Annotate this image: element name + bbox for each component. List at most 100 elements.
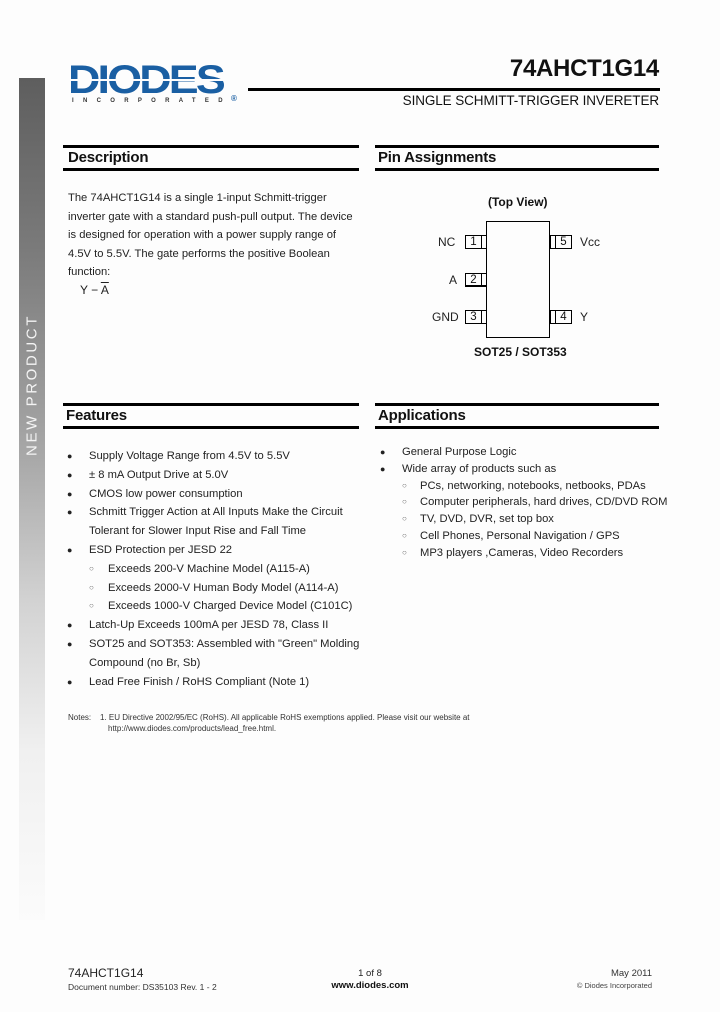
registered-mark-icon: ®	[231, 94, 237, 103]
footer-website-link[interactable]: www.diodes.com	[300, 980, 440, 991]
pin-5-name: Vcc	[580, 235, 601, 249]
note-1-line-1: 1. EU Directive 2002/95/EC (RoHS). All a…	[100, 713, 470, 722]
footer-copyright: © Diodes Incorporated	[576, 981, 652, 990]
description-top-rule	[63, 145, 359, 148]
application-item: ○ PCs, networking, notebooks, netbooks, P…	[402, 478, 672, 495]
hollow-bullet-icon: ○	[402, 480, 407, 490]
function-rhs-a-bar: A	[100, 283, 109, 297]
hollow-bullet-icon: ○	[402, 514, 407, 524]
hollow-bullet-icon: ○	[402, 547, 407, 557]
feature-item-text: Exceeds 200-V Machine Model (A115-A)	[108, 562, 310, 575]
pin-2-name: A	[449, 273, 458, 287]
application-item: ● Wide array of products such as	[380, 461, 672, 478]
description-heading: Description	[68, 149, 149, 166]
feature-item: ○ Exceeds 200-V Machine Model (A115-A)	[89, 560, 369, 579]
feature-item-text: Exceeds 1000-V Charged Device Model (C10…	[108, 600, 353, 613]
pin-3-number: 3	[466, 311, 482, 323]
bullet-icon: ●	[67, 488, 73, 499]
hollow-bullet-icon: ○	[402, 530, 407, 540]
feature-item: ○ Exceeds 2000-V Human Body Model (A114-A…	[89, 579, 369, 598]
ic-package-body	[486, 221, 550, 338]
application-item-text: MP3 players ,Cameras, Video Recorders	[420, 546, 624, 559]
pin-assignments-heading: Pin Assignments	[378, 149, 497, 166]
features-top-rule	[63, 403, 359, 406]
feature-item-text: ESD Protection per JESD 22	[89, 543, 233, 556]
feature-item-text: Latch-Up Exceeds 100mA per JESD 78, Clas…	[89, 619, 329, 632]
feature-item-text: CMOS low power consumption	[89, 487, 243, 500]
feature-item: ● Schmitt Trigger Action at All Inputs Ma…	[67, 503, 369, 541]
feature-item-text: SOT25 and SOT353: Assembled with "Green"…	[89, 637, 360, 669]
feature-item: ● CMOS low power consumption	[67, 485, 369, 504]
bullet-icon: ●	[67, 544, 73, 555]
pin-5: 5	[550, 235, 572, 249]
bullet-icon: ●	[380, 447, 386, 457]
application-item: ○ MP3 players ,Cameras, Video Recorders	[402, 545, 672, 562]
description-bottom-rule	[63, 168, 359, 171]
features-heading: Features	[66, 407, 127, 424]
new-product-sidebar: NEW PRODUCT	[19, 78, 45, 920]
application-item: ● General Purpose Logic	[380, 444, 672, 461]
header-rule	[248, 88, 660, 91]
application-item-text: Wide array of products such as	[402, 462, 557, 475]
sidebar-label: NEW PRODUCT	[23, 314, 41, 456]
logo-stripe	[70, 79, 228, 81]
feature-item-text: Lead Free Finish / RoHS Compliant (Note …	[89, 675, 310, 688]
application-item: ○ Cell Phones, Personal Navigation / GPS	[402, 528, 672, 545]
features-list: ● Supply Voltage Range from 4.5V to 5.5V ●…	[67, 447, 369, 691]
bullet-icon: ●	[67, 620, 73, 631]
footer-date: May 2011	[610, 968, 652, 979]
boolean-function: Y − A	[80, 283, 109, 297]
feature-item: ● Latch-Up Exceeds 100mA per JESD 78, Cla…	[67, 616, 369, 635]
bullet-icon: ●	[67, 676, 73, 687]
application-item: ○ TV, DVD, DVR, set top box	[402, 511, 672, 528]
feature-item: ● Supply Voltage Range from 4.5V to 5.5V	[67, 447, 369, 466]
pin-1-name: NC	[438, 235, 456, 249]
feature-item-text: Schmitt Trigger Action at All Inputs Mak…	[89, 506, 343, 538]
hollow-bullet-icon: ○	[402, 497, 407, 507]
applications-top-rule	[375, 403, 659, 406]
application-item-text: TV, DVD, DVR, set top box	[420, 513, 554, 526]
hollow-bullet-icon: ○	[89, 563, 94, 573]
diodes-logo: DIODES INCORPORATED ®	[68, 60, 243, 110]
logo-tagline: INCORPORATED	[72, 98, 232, 104]
notes-label: Notes:	[68, 713, 92, 722]
pin-3-name: GND	[432, 310, 459, 324]
bullet-icon: ●	[67, 507, 73, 518]
hollow-bullet-icon: ○	[89, 601, 94, 611]
feature-item-text: ± 8 mA Output Drive at 5.0V	[89, 468, 229, 481]
pin-2-number: 2	[466, 274, 482, 286]
hollow-bullet-icon: ○	[89, 582, 94, 592]
application-item-text: General Purpose Logic	[402, 446, 517, 458]
feature-item-text: Supply Voltage Range from 4.5V to 5.5V	[89, 450, 290, 462]
application-item-text: Cell Phones, Personal Navigation / GPS	[420, 529, 620, 542]
top-view-label: (Top View)	[488, 195, 548, 209]
feature-item: ○ Exceeds 1000-V Charged Device Model (C1…	[89, 597, 369, 616]
feature-item: ● ± 8 mA Output Drive at 5.0V	[67, 466, 369, 485]
bullet-icon: ●	[67, 638, 73, 649]
pin-1: 1	[465, 235, 487, 249]
part-subtitle: SINGLE SCHMITT-TRIGGER INVERETER	[402, 93, 659, 108]
bullet-icon: ●	[67, 469, 73, 480]
pin-4-name: Y	[580, 310, 589, 324]
pin-assignments-top-rule	[375, 145, 659, 148]
application-item: ○ Computer peripherals, hard drives, CD/D…	[402, 494, 672, 511]
note-1-link[interactable]: http://www.diodes.com/products/lead_free…	[68, 723, 470, 734]
footer-document-number: Document number: DS35103 Rev. 1 - 2	[68, 982, 217, 992]
notes: Notes: 1. EU Directive 2002/95/EC (RoHS).…	[68, 712, 470, 734]
feature-item-text: Exceeds 2000-V Human Body Model (A114-A)	[108, 581, 339, 594]
applications-heading: Applications	[378, 407, 466, 424]
pin-3: 3	[465, 310, 487, 324]
function-lhs: Y −	[80, 283, 101, 297]
pin-1-number: 1	[466, 236, 482, 248]
pin-2: 2	[465, 273, 487, 287]
footer-part-number: 74AHCT1G14	[68, 966, 144, 980]
description-paragraph: The 74AHCT1G14 is a single 1-input Schmi…	[68, 192, 353, 278]
application-item-text: Computer peripherals, hard drives, CD/DV…	[420, 496, 668, 509]
bullet-icon: ●	[380, 463, 386, 474]
applications-bottom-rule	[375, 426, 659, 429]
pin-5-number: 5	[555, 236, 571, 248]
features-bottom-rule	[63, 426, 359, 429]
applications-list: ● General Purpose Logic ● Wide array of pro…	[380, 444, 672, 562]
feature-item: ● SOT25 and SOT353: Assembled with "Green…	[67, 635, 369, 673]
feature-item: ● ESD Protection per JESD 22	[67, 541, 369, 560]
